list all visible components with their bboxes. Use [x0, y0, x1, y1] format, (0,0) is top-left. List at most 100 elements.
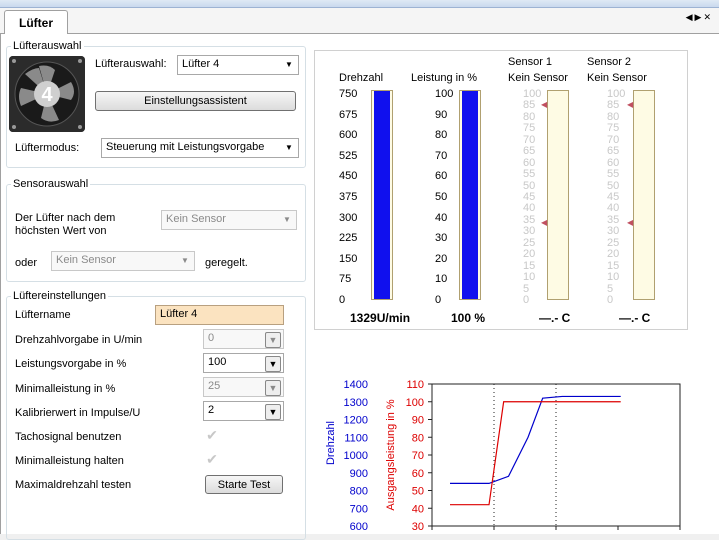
- calibration-label: Kalibrierwert in Impulse/U: [15, 407, 141, 419]
- power-preset-stepper[interactable]: 100 ▼: [203, 353, 284, 373]
- power-bar: [459, 90, 481, 300]
- chevron-down-icon[interactable]: ▼: [265, 332, 281, 348]
- y-right-tick-label: 100: [406, 397, 424, 409]
- fan-number: 4: [41, 84, 53, 106]
- power-preset-label: Leistungsvorgabe in %: [15, 358, 127, 370]
- sensor2-dropdown[interactable]: Kein Sensor ▼: [51, 251, 195, 271]
- y-right-tick-label: 40: [412, 503, 424, 515]
- fan-settings-legend: Lüftereinstellungen: [13, 290, 106, 302]
- hold-min-label: Minimalleistung halten: [15, 455, 124, 467]
- chevron-down-icon: ▼: [285, 143, 293, 152]
- power-preset-value: 100: [208, 356, 227, 368]
- sensor1-bar: [547, 90, 569, 300]
- y-left-tick-label: 800: [350, 486, 368, 498]
- fan-name-input[interactable]: Lüfter 4: [155, 305, 284, 325]
- chevron-down-icon[interactable]: ▼: [265, 404, 281, 420]
- y-left-tick-label: 1000: [344, 450, 368, 462]
- sensor1-marker-icon: ◀: [541, 100, 548, 109]
- hold-min-checkbox[interactable]: ✔: [204, 451, 220, 467]
- y-right-tick-label: 70: [412, 450, 424, 462]
- y-right-tick-label: 60: [412, 468, 424, 480]
- rpm-bar-fill: [374, 91, 390, 299]
- sensor2-gauge-title: Sensor 2: [587, 56, 632, 68]
- fan-select-dropdown[interactable]: Lüfter 4 ▼: [177, 55, 299, 75]
- sensor-suffix-label: geregelt.: [205, 257, 248, 269]
- chevron-down-icon[interactable]: ▼: [265, 356, 281, 372]
- rpm-value: 1329U/min: [350, 311, 411, 325]
- sensor1-gauge: 100 85 80 75 70 65 60 55 50 45 40 35 30 25 20 15 10 5 0 ◀ ◀: [521, 88, 581, 306]
- y-right-tick-label: 90: [412, 415, 424, 427]
- min-power-label: Minimalleistung in %: [15, 383, 116, 395]
- y-left-tick-label: 700: [350, 503, 368, 515]
- y-left-tick-label: 1300: [344, 397, 368, 409]
- tab-scroll-arrows[interactable]: ◀▶✕: [686, 12, 713, 23]
- sensor1-marker-icon: ◀: [541, 218, 548, 227]
- fan-mode-label: Lüftermodus:: [15, 142, 80, 154]
- sensor1-value: Kein Sensor: [166, 213, 226, 225]
- y-right-tick-label: 110: [406, 379, 424, 391]
- y-right-tick-label: 80: [412, 432, 424, 444]
- sensor1-gauge-title: Sensor 1: [508, 56, 553, 68]
- sensor1-gauge-subtitle: Kein Sensor: [508, 72, 568, 84]
- arrow-left-icon[interactable]: ◀: [686, 12, 695, 22]
- y-right-tick-label: 50: [412, 486, 424, 498]
- fan-mode-value: Steuerung mit Leistungsvorgabe: [106, 141, 265, 153]
- sensor2-gauge: 100 85 80 75 70 65 60 55 50 45 40 35 30 25 20 15 10 5 0 ◀ ◀: [605, 88, 665, 306]
- power-value: 100 %: [451, 311, 486, 325]
- chevron-down-icon: ▼: [283, 215, 291, 224]
- rpm-bar: [371, 90, 393, 300]
- rpm-preset-value: 0: [208, 332, 215, 344]
- rpm-preset-label: Drehzahlvorgabe in U/min: [15, 334, 143, 346]
- power-gauge-title: Leistung in %: [411, 72, 478, 84]
- assistant-button[interactable]: Einstellungsassistent: [95, 91, 296, 111]
- rpm-gauge: 750 675 600 525 450 375 300 225 150 75 0: [337, 88, 397, 306]
- rpm-gauge-title: Drehzahl: [339, 72, 384, 84]
- window-top-band: [0, 0, 719, 8]
- y-right-axis-label: Ausgangsleistung in %: [385, 399, 397, 511]
- y-left-tick-label: 1200: [344, 415, 368, 427]
- sensor2-marker-icon: ◀: [627, 218, 634, 227]
- tab-strip: [0, 8, 719, 34]
- sensor-or-label: oder: [15, 257, 38, 269]
- y-left-tick-label: 600: [350, 521, 368, 533]
- sensor2-gauge-subtitle: Kein Sensor: [587, 72, 647, 84]
- sensor2-marker-icon: ◀: [627, 100, 634, 109]
- y-left-tick-label: 900: [350, 468, 368, 480]
- tab-luefter[interactable]: Lüfter: [4, 10, 68, 35]
- sensor1-dropdown[interactable]: Kein Sensor ▼: [161, 210, 297, 230]
- fan-select-value: Lüfter 4: [182, 58, 220, 70]
- power-gauge: 100 90 80 70 60 50 40 30 20 10 0: [433, 88, 493, 306]
- sensor2-value: Kein Sensor: [56, 254, 116, 266]
- start-test-button[interactable]: Starte Test: [205, 475, 283, 494]
- fan-select-legend: Lüfterauswahl: [13, 40, 82, 52]
- sensor-text-line2: höchsten Wert von: [15, 225, 107, 237]
- calibration-value: 2: [208, 404, 215, 416]
- chevron-down-icon[interactable]: ▼: [265, 380, 281, 396]
- y-left-tick-label: 1400: [344, 379, 368, 391]
- sensor-text-line1: Der Lüfter nach dem: [15, 212, 116, 224]
- sensor2-value: —.- C: [619, 311, 651, 325]
- min-power-value: 25: [208, 380, 221, 392]
- fan-mode-dropdown[interactable]: Steuerung mit Leistungsvorgabe ▼: [101, 138, 299, 158]
- max-rpm-label: Maximaldrehzahl testen: [15, 479, 132, 491]
- power-bar-fill: [462, 91, 478, 299]
- history-chart: 24:5725:1225:2725:4225:57Zeit14001300120…: [314, 338, 694, 534]
- y-right-tick-label: 30: [412, 521, 424, 533]
- tacho-label: Tachosignal benutzen: [15, 431, 122, 443]
- chevron-down-icon: ▼: [285, 60, 293, 69]
- fan-name-label: Lüftername: [15, 309, 71, 321]
- calibration-stepper[interactable]: 2 ▼: [203, 401, 284, 421]
- y-left-axis-label: Drehzahl: [325, 421, 337, 465]
- fan-select-label: Lüfterauswahl:: [95, 58, 167, 70]
- rpm-preset-stepper[interactable]: 0 ▼: [203, 329, 284, 349]
- y-left-tick-label: 1100: [344, 432, 368, 444]
- tacho-checkbox[interactable]: ✔: [204, 427, 220, 443]
- sensor1-value: —.- C: [539, 311, 571, 325]
- min-power-stepper[interactable]: 25 ▼: [203, 377, 284, 397]
- close-icon[interactable]: ✕: [703, 12, 713, 22]
- sensor2-bar: [633, 90, 655, 300]
- sensor-select-legend: Sensorauswahl: [13, 178, 89, 190]
- fan-icon: 4: [9, 56, 85, 132]
- chevron-down-icon: ▼: [181, 256, 189, 265]
- content-panel: Lüfterauswahl 4 Lüfterauswahl: Lüfter 4 …: [0, 34, 719, 540]
